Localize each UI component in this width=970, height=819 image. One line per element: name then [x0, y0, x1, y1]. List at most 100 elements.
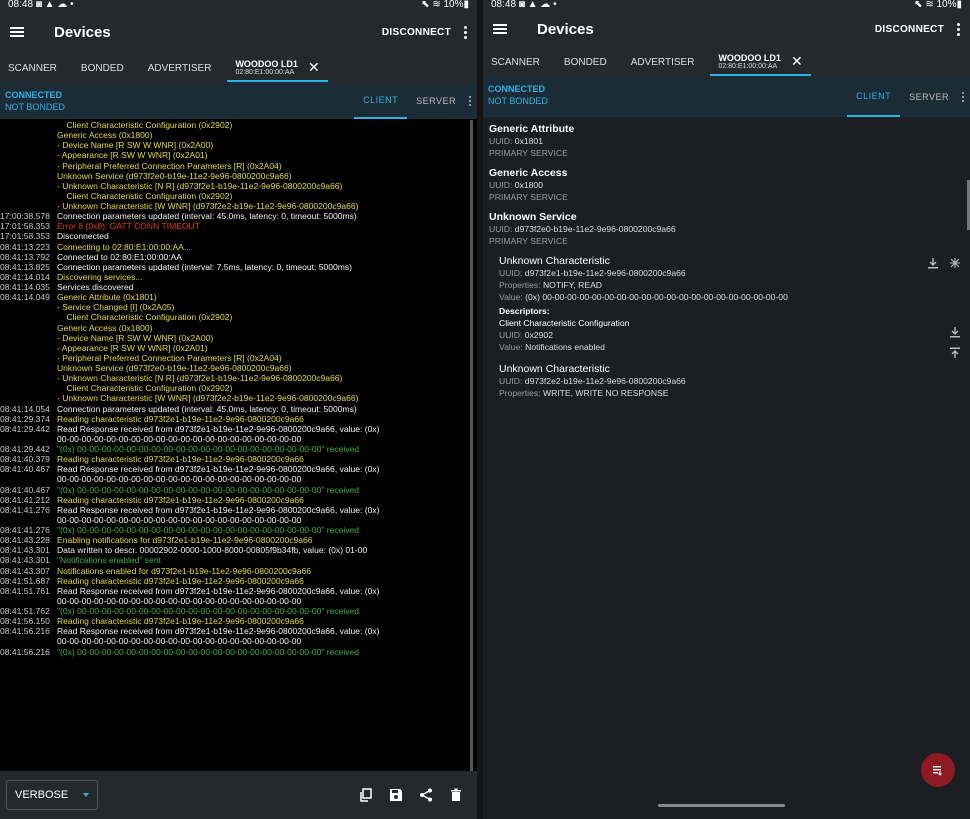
log-entry: - Unknown Characteristic [W WNR] (d973f2… — [0, 201, 468, 211]
service-uuid: UUID: 0x1800 — [489, 180, 543, 190]
trash-icon[interactable] — [449, 788, 463, 802]
log-entry: 00-00-00-00-00-00-00-00-00-00-00-00-00-0… — [0, 636, 468, 646]
log-message: - Service Changed [I] (0x2A05) — [57, 302, 175, 313]
close-tab-icon[interactable]: ✕ — [791, 53, 803, 70]
tab-server[interactable]: SERVER — [407, 82, 465, 119]
log-entry: 08:41:56.216 "(0x) 00-00-00-00-00-00-00-0… — [0, 647, 468, 657]
service-item-generic-attribute[interactable]: Generic Attribute UUID: 0x1801 PRIMARY S… — [483, 117, 970, 159]
service-type: PRIMARY SERVICE — [489, 236, 568, 246]
log-timestamp: 08:41:43.301 — [0, 555, 50, 566]
tab-device-name: WOODOO LD1 — [718, 52, 781, 63]
log-timestamp: 08:41:13.792 — [0, 251, 50, 262]
gesture-nav-bar[interactable] — [658, 804, 785, 807]
connection-overflow-icon[interactable] — [961, 91, 965, 102]
tab-scanner[interactable]: SCANNER — [483, 48, 548, 76]
log-entry: Unknown Service (d973f2e0-b19e-11e2-9e96… — [0, 363, 468, 373]
tab-advertiser[interactable]: ADVERTISER — [140, 54, 220, 82]
log-entry: 17:01:58.353 Error 8 (0x8): GATT CONN TIM… — [0, 221, 468, 231]
log-entry: 00-00-00-00-00-00-00-00-00-00-00-00-00-0… — [0, 434, 468, 444]
log-timestamp — [0, 596, 57, 606]
log-entry: - Appearance [R SW W WNR] (0x2A01) — [0, 150, 468, 160]
disconnect-button[interactable]: DISCONNECT — [875, 24, 944, 35]
app-bar: Devices DISCONNECT — [0, 10, 477, 54]
service-item-unknown-service[interactable]: Unknown Service UUID: d973f2e0-b19e-11e2… — [483, 203, 970, 247]
log-entry: 08:41:43.301 Data written to descr. 00002… — [0, 545, 468, 555]
connection-overflow-icon[interactable] — [468, 95, 472, 106]
characteristic-item[interactable]: Unknown Characteristic UUID: d973f2e2-b1… — [483, 347, 970, 399]
log-entry: 08:41:43.307 Notifications enabled for d9… — [0, 566, 468, 576]
chevron-down-icon — [83, 793, 89, 797]
show-log-fab[interactable] — [921, 753, 955, 787]
status-bar: 08:48 ◙ ▲ ☁ • ⬉ ≋ 10%▮ — [483, 0, 970, 10]
service-name: Generic Access — [489, 167, 568, 179]
log-timestamp: 08:41:29.442 — [0, 444, 50, 454]
share-icon[interactable] — [419, 788, 433, 802]
status-battery: ⬉ ≋ 10%▮ — [914, 0, 962, 10]
log-entry: 08:41:41.276 "(0x) 00-00-00-00-00-00-00-0… — [0, 525, 468, 535]
log-timestamp: 08:41:56.216 — [0, 626, 50, 637]
tab-advertiser[interactable]: ADVERTISER — [623, 48, 703, 76]
tab-bonded[interactable]: BONDED — [556, 48, 615, 76]
log-message: - Unknown Characteristic [N R] (d973f2e1… — [57, 180, 343, 191]
log-message: "Notifications enabled" sent — [57, 555, 161, 566]
log-message: Generic Attribute (0x1801) — [57, 292, 157, 303]
copy-icon[interactable] — [359, 788, 373, 802]
read-download-icon[interactable] — [927, 257, 939, 269]
status-battery: ⬉ ≋ 10%▮ — [421, 0, 469, 10]
log-message: Read Response received from d973f2e1-b19… — [57, 423, 380, 434]
tab-scanner[interactable]: SCANNER — [0, 54, 65, 82]
overflow-menu-icon[interactable] — [956, 22, 960, 36]
device-tabs: SCANNER BONDED ADVERTISER WOODOO LD1 02:… — [0, 54, 477, 82]
log-entry: Client Characteristic Configuration (0x2… — [0, 120, 468, 130]
log-timestamp — [0, 120, 57, 130]
log-entry: - Device Name [R SW W WNR] (0x2A00) — [0, 140, 468, 150]
overflow-menu-icon[interactable] — [463, 25, 467, 39]
log-entry: 08:41:40.467 Read Response received from … — [0, 464, 468, 474]
log-level-value: VERBOSE — [15, 789, 69, 801]
save-icon[interactable] — [389, 788, 403, 802]
log-timestamp — [0, 373, 57, 383]
log-timestamp — [0, 171, 57, 181]
disconnect-button[interactable]: DISCONNECT — [382, 27, 451, 38]
tab-device-woodoo[interactable]: WOODOO LD1 02:80:E1:00:00:AA ✕ — [710, 48, 811, 76]
characteristic-item[interactable]: Unknown Characteristic UUID: d973f2e1-b1… — [483, 247, 970, 353]
log-message: 00-00-00-00-00-00-00-00-00-00-00-00-00-0… — [57, 433, 302, 444]
log-list[interactable]: Client Characteristic Configuration (0x2… — [0, 120, 468, 771]
tab-device-woodoo[interactable]: WOODOO LD1 02:80:E1:00:00:AA ✕ — [227, 54, 328, 82]
log-message: - Device Name [R SW W WNR] (0x2A00) — [57, 140, 214, 151]
page-title: Devices — [54, 23, 111, 41]
hamburger-menu-icon[interactable] — [10, 27, 24, 37]
service-item-generic-access[interactable]: Generic Access UUID: 0x1800 PRIMARY SERV… — [483, 159, 970, 203]
log-timestamp: 08:41:51.761 — [0, 585, 50, 596]
log-entry: - Peripheral Preferred Connection Parame… — [0, 353, 468, 363]
log-message: "(0x) 00-00-00-00-00-00-00-00-00-00-00-0… — [57, 444, 360, 454]
service-type: PRIMARY SERVICE — [489, 148, 568, 158]
log-timestamp — [0, 383, 57, 393]
log-message: Connecting to 02:80:E1:00:00:AA... — [57, 241, 191, 252]
write-upload-icon[interactable] — [949, 347, 961, 359]
log-message: Read Response received from d973f2e1-b19… — [57, 626, 380, 637]
log-message: Client Characteristic Configuration (0x2… — [57, 120, 233, 130]
connection-bar: CONNECTED NOT BONDED CLIENT SERVER — [483, 76, 970, 117]
close-tab-icon[interactable]: ✕ — [308, 59, 320, 76]
log-entry: 08:41:13.223 Connecting to 02:80:E1:00:00… — [0, 242, 468, 252]
tab-server[interactable]: SERVER — [900, 76, 958, 117]
tab-client[interactable]: CLIENT — [847, 76, 901, 117]
hamburger-menu-icon[interactable] — [493, 24, 507, 34]
log-scrollbar[interactable] — [470, 120, 473, 771]
log-message: "(0x) 00-00-00-00-00-00-00-00-00-00-00-0… — [57, 525, 360, 535]
log-entry: 08:41:40.379 Reading characteristic d973f… — [0, 454, 468, 464]
tab-bonded[interactable]: BONDED — [73, 54, 132, 82]
log-level-dropdown[interactable]: VERBOSE — [6, 780, 98, 810]
log-message: Read Response received from d973f2e1-b19… — [57, 585, 380, 596]
notifications-off-icon[interactable] — [949, 257, 961, 269]
log-entry: Client Characteristic Configuration (0x2… — [0, 383, 468, 393]
tab-client[interactable]: CLIENT — [354, 82, 408, 119]
page-title: Devices — [537, 20, 594, 38]
descriptor-read-icon[interactable] — [949, 326, 961, 338]
characteristic-uuid: UUID: d973f2e2-b19e-11e2-9e96-0800200c9a… — [499, 376, 686, 386]
log-entry: - Service Changed [I] (0x2A05) — [0, 302, 468, 312]
log-entry: 17:01:58.353 Disconnected — [0, 231, 468, 241]
left-screen-log-view: 08:48 ◙ ▲ ☁ • ⬉ ≋ 10%▮ Devices DISCONNEC… — [0, 0, 477, 819]
log-timestamp: 08:41:13.825 — [0, 261, 50, 272]
